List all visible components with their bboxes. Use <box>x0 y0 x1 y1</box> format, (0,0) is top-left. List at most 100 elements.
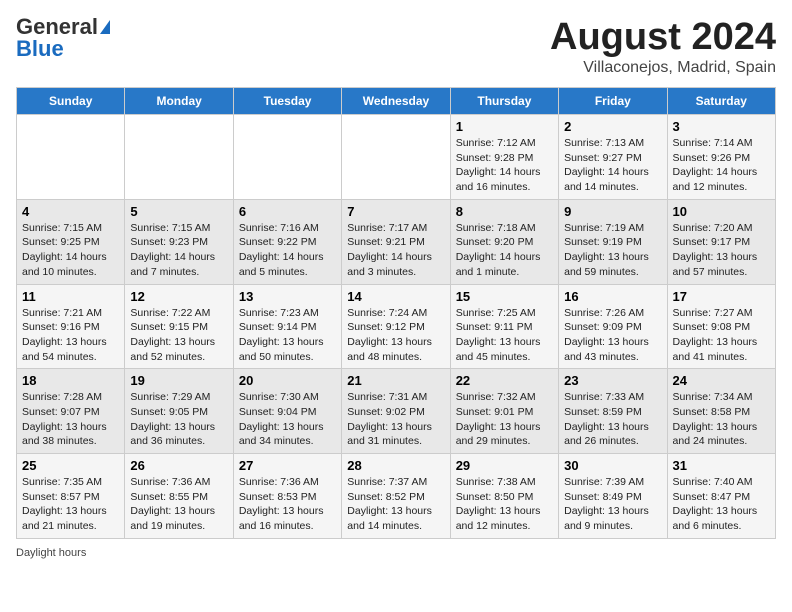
day-number: 4 <box>22 204 119 219</box>
main-title: August 2024 <box>550 16 776 59</box>
day-number: 26 <box>130 458 227 473</box>
calendar-cell: 31 Sunrise: 7:40 AM Sunset: 8:47 PM Dayli… <box>667 454 775 539</box>
title-area: August 2024 Villaconejos, Madrid, Spain <box>550 16 776 77</box>
day-number: 30 <box>564 458 661 473</box>
day-number: 10 <box>673 204 770 219</box>
subtitle: Villaconejos, Madrid, Spain <box>550 59 776 77</box>
day-number: 14 <box>347 289 444 304</box>
day-number: 31 <box>673 458 770 473</box>
day-content: Sunrise: 7:36 AM Sunset: 8:53 PM Dayligh… <box>239 475 336 534</box>
day-content: Sunrise: 7:34 AM Sunset: 8:58 PM Dayligh… <box>673 390 770 449</box>
calendar-cell: 3 Sunrise: 7:14 AM Sunset: 9:26 PM Daylig… <box>667 115 775 200</box>
calendar-cell: 5 Sunrise: 7:15 AM Sunset: 9:23 PM Daylig… <box>125 199 233 284</box>
header: General Blue August 2024 Villaconejos, M… <box>16 16 776 77</box>
day-number: 18 <box>22 373 119 388</box>
day-number: 25 <box>22 458 119 473</box>
day-content: Sunrise: 7:22 AM Sunset: 9:15 PM Dayligh… <box>130 306 227 365</box>
day-number: 29 <box>456 458 553 473</box>
day-number: 12 <box>130 289 227 304</box>
calendar-cell: 13Sunrise: 7:23 AM Sunset: 9:14 PM Dayli… <box>233 284 341 369</box>
day-content: Sunrise: 7:18 AM Sunset: 9:20 PM Dayligh… <box>456 221 553 280</box>
day-content: Sunrise: 7:15 AM Sunset: 9:25 PM Dayligh… <box>22 221 119 280</box>
logo-blue-text: Blue <box>16 38 64 60</box>
logo-triangle-icon <box>100 20 110 34</box>
day-content: Sunrise: 7:39 AM Sunset: 8:49 PM Dayligh… <box>564 475 661 534</box>
day-number: 27 <box>239 458 336 473</box>
calendar-cell: 18 Sunrise: 7:28 AM Sunset: 9:07 PM Dayli… <box>17 369 125 454</box>
day-content: Sunrise: 7:28 AM Sunset: 9:07 PM Dayligh… <box>22 390 119 449</box>
day-number: 3 <box>673 119 770 134</box>
day-number: 16 <box>564 289 661 304</box>
day-number: 5 <box>130 204 227 219</box>
calendar-cell: 17 Sunrise: 7:27 AM Sunset: 9:08 PM Dayli… <box>667 284 775 369</box>
day-content: Sunrise: 7:15 AM Sunset: 9:23 PM Dayligh… <box>130 221 227 280</box>
calendar-table: SundayMondayTuesdayWednesdayThursdayFrid… <box>16 87 776 539</box>
day-number: 17 <box>673 289 770 304</box>
weekday-header-sunday: Sunday <box>17 88 125 115</box>
day-content: Sunrise: 7:19 AM Sunset: 9:19 PM Dayligh… <box>564 221 661 280</box>
day-number: 1 <box>456 119 553 134</box>
day-number: 20 <box>239 373 336 388</box>
footer-note: Daylight hours <box>16 547 776 559</box>
day-content: Sunrise: 7:21 AM Sunset: 9:16 PM Dayligh… <box>22 306 119 365</box>
calendar-cell: 24 Sunrise: 7:34 AM Sunset: 8:58 PM Dayli… <box>667 369 775 454</box>
calendar-cell: 9 Sunrise: 7:19 AM Sunset: 9:19 PM Daylig… <box>559 199 667 284</box>
day-content: Sunrise: 7:24 AM Sunset: 9:12 PM Dayligh… <box>347 306 444 365</box>
day-number: 8 <box>456 204 553 219</box>
calendar-cell <box>342 115 450 200</box>
calendar-cell: 16 Sunrise: 7:26 AM Sunset: 9:09 PM Dayli… <box>559 284 667 369</box>
calendar-week-row: 25 Sunrise: 7:35 AM Sunset: 8:57 PM Dayli… <box>17 454 776 539</box>
day-content: Sunrise: 7:32 AM Sunset: 9:01 PM Dayligh… <box>456 390 553 449</box>
day-content: Sunrise: 7:25 AM Sunset: 9:11 PM Dayligh… <box>456 306 553 365</box>
logo-general-text: General <box>16 16 98 38</box>
calendar-cell: 11Sunrise: 7:21 AM Sunset: 9:16 PM Dayli… <box>17 284 125 369</box>
calendar-cell: 19 Sunrise: 7:29 AM Sunset: 9:05 PM Dayli… <box>125 369 233 454</box>
calendar-cell: 29 Sunrise: 7:38 AM Sunset: 8:50 PM Dayli… <box>450 454 558 539</box>
calendar-cell: 1 Sunrise: 7:12 AM Sunset: 9:28 PM Daylig… <box>450 115 558 200</box>
day-number: 9 <box>564 204 661 219</box>
day-number: 21 <box>347 373 444 388</box>
day-content: Sunrise: 7:14 AM Sunset: 9:26 PM Dayligh… <box>673 136 770 195</box>
calendar-week-row: 11Sunrise: 7:21 AM Sunset: 9:16 PM Dayli… <box>17 284 776 369</box>
day-content: Sunrise: 7:13 AM Sunset: 9:27 PM Dayligh… <box>564 136 661 195</box>
calendar-cell: 4 Sunrise: 7:15 AM Sunset: 9:25 PM Daylig… <box>17 199 125 284</box>
day-content: Sunrise: 7:20 AM Sunset: 9:17 PM Dayligh… <box>673 221 770 280</box>
calendar-cell: 30 Sunrise: 7:39 AM Sunset: 8:49 PM Dayli… <box>559 454 667 539</box>
day-content: Sunrise: 7:31 AM Sunset: 9:02 PM Dayligh… <box>347 390 444 449</box>
day-content: Sunrise: 7:12 AM Sunset: 9:28 PM Dayligh… <box>456 136 553 195</box>
day-content: Sunrise: 7:38 AM Sunset: 8:50 PM Dayligh… <box>456 475 553 534</box>
calendar-cell <box>17 115 125 200</box>
weekday-header-monday: Monday <box>125 88 233 115</box>
calendar-cell: 28Sunrise: 7:37 AM Sunset: 8:52 PM Dayli… <box>342 454 450 539</box>
day-content: Sunrise: 7:35 AM Sunset: 8:57 PM Dayligh… <box>22 475 119 534</box>
day-number: 19 <box>130 373 227 388</box>
daylight-label: Daylight hours <box>16 547 86 559</box>
day-number: 13 <box>239 289 336 304</box>
day-content: Sunrise: 7:40 AM Sunset: 8:47 PM Dayligh… <box>673 475 770 534</box>
weekday-header-tuesday: Tuesday <box>233 88 341 115</box>
day-number: 28 <box>347 458 444 473</box>
calendar-cell <box>125 115 233 200</box>
day-content: Sunrise: 7:26 AM Sunset: 9:09 PM Dayligh… <box>564 306 661 365</box>
day-content: Sunrise: 7:27 AM Sunset: 9:08 PM Dayligh… <box>673 306 770 365</box>
day-content: Sunrise: 7:16 AM Sunset: 9:22 PM Dayligh… <box>239 221 336 280</box>
calendar-cell: 2Sunrise: 7:13 AM Sunset: 9:27 PM Daylig… <box>559 115 667 200</box>
weekday-header-friday: Friday <box>559 88 667 115</box>
calendar-cell: 23Sunrise: 7:33 AM Sunset: 8:59 PM Dayli… <box>559 369 667 454</box>
weekday-header-saturday: Saturday <box>667 88 775 115</box>
day-content: Sunrise: 7:29 AM Sunset: 9:05 PM Dayligh… <box>130 390 227 449</box>
day-content: Sunrise: 7:30 AM Sunset: 9:04 PM Dayligh… <box>239 390 336 449</box>
weekday-header-row: SundayMondayTuesdayWednesdayThursdayFrid… <box>17 88 776 115</box>
weekday-header-thursday: Thursday <box>450 88 558 115</box>
calendar-cell <box>233 115 341 200</box>
day-number: 23 <box>564 373 661 388</box>
calendar-week-row: 18 Sunrise: 7:28 AM Sunset: 9:07 PM Dayli… <box>17 369 776 454</box>
calendar-cell: 14 Sunrise: 7:24 AM Sunset: 9:12 PM Dayli… <box>342 284 450 369</box>
day-number: 22 <box>456 373 553 388</box>
calendar-cell: 25 Sunrise: 7:35 AM Sunset: 8:57 PM Dayli… <box>17 454 125 539</box>
day-number: 15 <box>456 289 553 304</box>
day-number: 24 <box>673 373 770 388</box>
weekday-header-wednesday: Wednesday <box>342 88 450 115</box>
day-content: Sunrise: 7:36 AM Sunset: 8:55 PM Dayligh… <box>130 475 227 534</box>
calendar-cell: 15 Sunrise: 7:25 AM Sunset: 9:11 PM Dayli… <box>450 284 558 369</box>
